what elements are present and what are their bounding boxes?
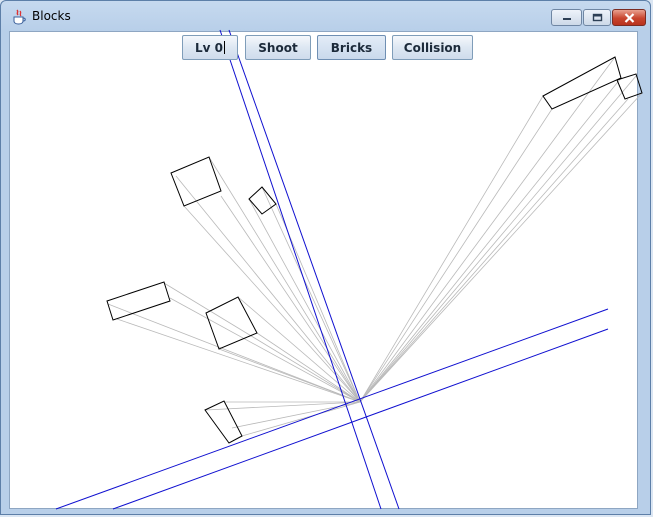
ray-line <box>359 75 637 403</box>
brick <box>204 400 243 444</box>
ray-line <box>359 56 616 403</box>
level-field[interactable]: Lv 0 <box>182 35 238 60</box>
ray-line <box>116 318 361 403</box>
ray-line <box>237 296 361 403</box>
beam-line <box>112 328 609 510</box>
ray-line <box>163 282 361 403</box>
ray-line <box>359 95 544 403</box>
beam-line <box>219 29 382 510</box>
ray-line <box>208 156 361 403</box>
shoot-button[interactable]: Shoot <box>245 35 311 60</box>
ray-group <box>107 56 643 437</box>
ray-line <box>220 195 361 403</box>
ray-line <box>359 108 553 403</box>
ray-line <box>359 77 622 403</box>
beam-line <box>55 308 609 510</box>
ray-line <box>359 92 643 403</box>
collision-button[interactable]: Collision <box>392 35 473 60</box>
scene-drawing <box>55 29 643 510</box>
text-caret <box>224 41 225 54</box>
ray-line <box>359 98 629 403</box>
beam-group <box>55 29 609 510</box>
bricks-button[interactable]: Bricks <box>317 35 386 60</box>
level-value: Lv 0 <box>195 40 223 55</box>
ray-line <box>183 205 361 403</box>
brick <box>248 186 277 215</box>
brick <box>106 281 171 321</box>
